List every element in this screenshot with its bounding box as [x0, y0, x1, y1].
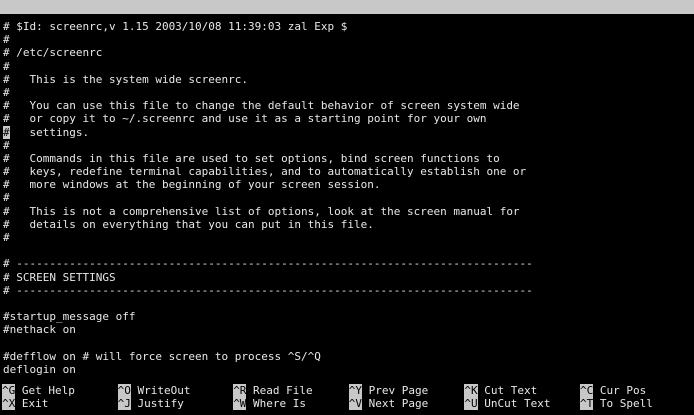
shortcut-get-help: ^G Get Help: [0, 384, 116, 397]
shortcut-label: WriteOut: [131, 384, 191, 397]
shortcut-label: Justify: [131, 397, 184, 410]
shortcut-next-page: ^V Next Page: [347, 397, 463, 410]
editor-line: #: [3, 60, 694, 73]
shortcut-cut-text: ^K Cut Text: [462, 384, 578, 397]
shortcut-row: ^G Get Help^O WriteOut^R Read File^Y Pre…: [0, 384, 694, 397]
editor-line: #: [3, 191, 694, 204]
shortcut-to-spell: ^T To Spell: [578, 397, 694, 410]
shortcut-label: Cur Pos: [593, 384, 646, 397]
shortcut-exit: ^X Exit: [0, 397, 116, 410]
terminal-window[interactable]: GNU nano 2.2.6 File: screenrc Modified #…: [0, 0, 694, 415]
shortcut-key: ^O: [118, 384, 131, 397]
shortcut-key: ^G: [2, 384, 15, 397]
editor-line: deflogin on: [3, 363, 694, 376]
shortcut-key: ^W: [233, 397, 246, 410]
shortcut-bar: ^G Get Help^O WriteOut^R Read File^Y Pre…: [0, 384, 694, 410]
editor-line: [3, 337, 694, 350]
shortcut-label: Cut Text: [478, 384, 538, 397]
shortcut-row: ^X Exit^J Justify^W Where Is^V Next Page…: [0, 397, 694, 410]
editor-line: # SCREEN SETTINGS: [3, 271, 694, 284]
editor-line: #: [3, 231, 694, 244]
shortcut-key: ^V: [349, 397, 362, 410]
editor-line: #: [3, 139, 694, 152]
shortcut-label: UnCut Text: [478, 397, 551, 410]
editor-line: # --------------------------------------…: [3, 257, 694, 270]
shortcut-key: ^K: [464, 384, 477, 397]
editor-line: #nethack on: [3, 323, 694, 336]
shortcut-prev-page: ^Y Prev Page: [347, 384, 463, 397]
editor-area[interactable]: # $Id: screenrc,v 1.15 2003/10/08 11:39:…: [3, 20, 694, 376]
nano-title-bar: GNU nano 2.2.6 File: screenrc Modified: [0, 0, 694, 14]
editor-line: #startup_message off: [3, 310, 694, 323]
shortcut-key: ^Y: [349, 384, 362, 397]
shortcut-label: Read File: [246, 384, 312, 397]
editor-line: #: [3, 33, 694, 46]
shortcut-label: To Spell: [593, 397, 653, 410]
shortcut-uncut-text: ^U UnCut Text: [462, 397, 578, 410]
shortcut-key: ^C: [580, 384, 593, 397]
shortcut-key: ^J: [118, 397, 131, 410]
editor-line: [3, 244, 694, 257]
editor-line: # or copy it to ~/.screenrc and use it a…: [3, 112, 694, 125]
editor-line: # --------------------------------------…: [3, 284, 694, 297]
editor-line: # more windows at the beginning of your …: [3, 178, 694, 191]
editor-line: #defflow on # will force screen to proce…: [3, 350, 694, 363]
editor-line: #: [3, 86, 694, 99]
shortcut-key: ^U: [464, 397, 477, 410]
editor-line: # This is not a comprehensive list of op…: [3, 205, 694, 218]
shortcut-cur-pos: ^C Cur Pos: [578, 384, 694, 397]
text-cursor: #: [3, 126, 10, 139]
shortcut-label: Where Is: [246, 397, 306, 410]
shortcut-label: Get Help: [15, 384, 75, 397]
shortcut-justify: ^J Justify: [116, 397, 232, 410]
editor-line: # settings.: [3, 126, 694, 139]
shortcut-label: Exit: [15, 397, 48, 410]
editor-line: # This is the system wide screenrc.: [3, 73, 694, 86]
editor-line: # /etc/screenrc: [3, 46, 694, 59]
shortcut-label: Next Page: [362, 397, 428, 410]
shortcut-key: ^T: [580, 397, 593, 410]
shortcut-read-file: ^R Read File: [231, 384, 347, 397]
editor-line: # $Id: screenrc,v 1.15 2003/10/08 11:39:…: [3, 20, 694, 33]
editor-line: # keys, redefine terminal capabilities, …: [3, 165, 694, 178]
shortcut-label: Prev Page: [362, 384, 428, 397]
editor-line: [3, 297, 694, 310]
shortcut-where-is: ^W Where Is: [231, 397, 347, 410]
editor-line: # details on everything that you can put…: [3, 218, 694, 231]
shortcut-key: ^X: [2, 397, 15, 410]
editor-line: # You can use this file to change the de…: [3, 99, 694, 112]
editor-line: # Commands in this file are used to set …: [3, 152, 694, 165]
shortcut-key: ^R: [233, 384, 246, 397]
shortcut-writeout: ^O WriteOut: [116, 384, 232, 397]
